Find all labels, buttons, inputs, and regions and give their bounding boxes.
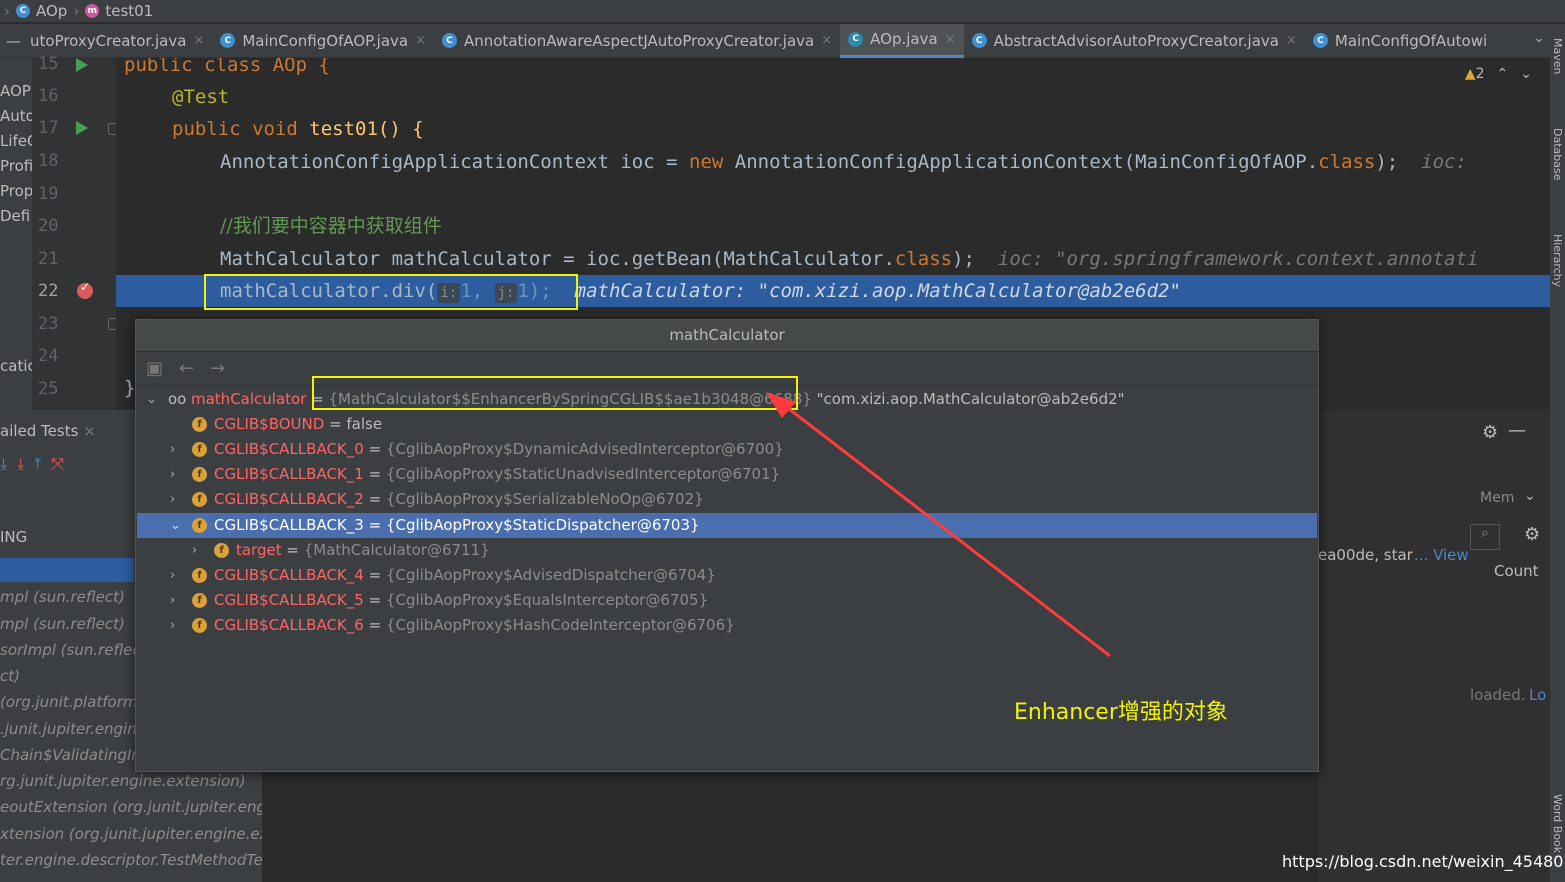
- arrow-head: [766, 392, 796, 418]
- watermark: https://blog.csdn.net/weixin_454807850: [1282, 852, 1565, 871]
- annotation-label: Enhancer增强的对象: [1014, 700, 1228, 725]
- annotation-arrow: [766, 392, 1111, 658]
- arrow-line: [779, 400, 1111, 658]
